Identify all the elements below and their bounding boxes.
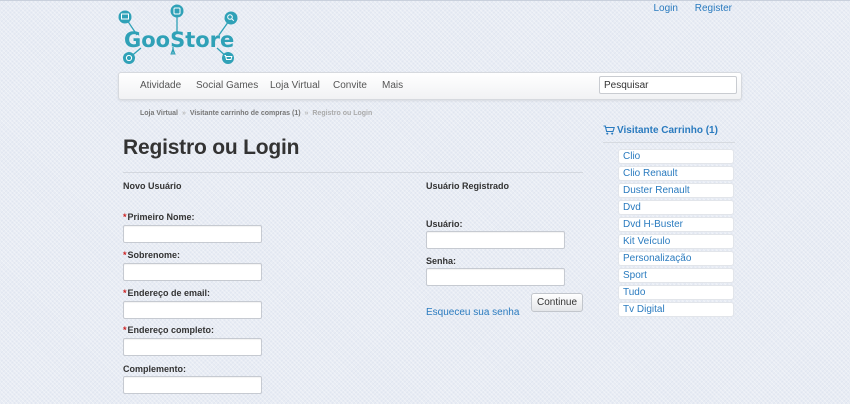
nav-item-mais[interactable]: Mais (382, 73, 403, 99)
main-navbar: Atividade Social Games Loja Virtual Conv… (118, 72, 742, 100)
address-input[interactable] (123, 338, 262, 356)
complement-label: Complemento: (123, 364, 186, 374)
category-item[interactable]: Sport (618, 268, 734, 283)
nav-item-loja-virtual[interactable]: Loja Virtual (270, 73, 320, 99)
complement-label-text: Complemento: (123, 364, 186, 374)
category-link[interactable]: Personalização (623, 253, 691, 264)
registered-user-heading: Usuário Registrado (426, 181, 510, 191)
breadcrumb-cart[interactable]: Visitante carrinho de compras (1) (190, 110, 301, 117)
login-link[interactable]: Login (654, 3, 678, 14)
logo-text: GooStore (124, 28, 234, 52)
first-name-label-text: Primeiro Nome: (127, 212, 195, 222)
category-item[interactable]: Clio (618, 149, 734, 164)
complement-input[interactable] (123, 376, 262, 394)
nav-item-social-games[interactable]: Social Games (196, 73, 258, 99)
category-item[interactable]: Clio Renault (618, 166, 734, 181)
category-item[interactable]: Personalização (618, 251, 734, 266)
address-label-text: Endereço completo: (127, 325, 215, 335)
nav-item-atividade[interactable]: Atividade (140, 73, 181, 99)
category-item[interactable]: Tv Digital (618, 302, 734, 317)
category-link[interactable]: Dvd H-Buster (623, 219, 683, 230)
category-link[interactable]: Sport (623, 270, 647, 281)
required-marker: * (123, 288, 127, 298)
email-label-text: Endereço de email: (127, 288, 211, 298)
continue-button[interactable]: Continue (531, 293, 583, 312)
cart-divider (603, 142, 735, 143)
breadcrumb-loja-virtual[interactable]: Loja Virtual (140, 110, 178, 117)
category-item[interactable]: Kit Veículo (618, 234, 734, 249)
required-marker: * (123, 250, 127, 260)
cart-header[interactable]: Visitante Carrinho (1) (603, 125, 718, 136)
category-item[interactable]: Dvd H-Buster (618, 217, 734, 232)
password-input[interactable] (426, 268, 565, 286)
category-item[interactable]: Duster Renault (618, 183, 734, 198)
category-link[interactable]: Clio Renault (623, 168, 677, 179)
top-links: Login Register (640, 3, 733, 14)
page-title: Registro ou Login (123, 136, 300, 159)
address-label: *Endereço completo: (123, 325, 214, 335)
email-input[interactable] (123, 301, 262, 319)
category-link[interactable]: Clio (623, 151, 640, 162)
category-link[interactable]: Kit Veículo (623, 236, 670, 247)
category-link[interactable]: Tv Digital (623, 304, 665, 315)
first-name-label: *Primeiro Nome: (123, 212, 195, 222)
search-input[interactable] (599, 76, 737, 94)
username-label: Usuário: (426, 219, 463, 229)
goostore-logo[interactable]: GooStore (115, 2, 245, 68)
category-link[interactable]: Duster Renault (623, 185, 690, 196)
breadcrumb-separator: » (304, 110, 309, 117)
last-name-label-text: Sobrenome: (127, 250, 181, 260)
category-link[interactable]: Dvd (623, 202, 641, 213)
required-marker: * (123, 212, 127, 222)
forgot-password-link[interactable]: Esqueceu sua senha (426, 307, 519, 318)
password-label: Senha: (426, 256, 457, 266)
username-input[interactable] (426, 231, 565, 249)
first-name-input[interactable] (123, 225, 262, 243)
new-user-heading: Novo Usuário (123, 181, 182, 191)
category-item[interactable]: Dvd (618, 200, 734, 215)
category-item[interactable]: Tudo (618, 285, 734, 300)
cart-title: Visitante Carrinho (1) (617, 125, 718, 136)
top-border (0, 0, 850, 1)
breadcrumb-separator: » (181, 110, 186, 117)
category-link[interactable]: Tudo (623, 287, 645, 298)
last-name-input[interactable] (123, 263, 262, 281)
breadcrumb: Loja Virtual » Visitante carrinho de com… (140, 110, 372, 117)
breadcrumb-current: Registro ou Login (312, 110, 373, 117)
required-marker: * (123, 325, 127, 335)
cart-icon (603, 125, 615, 135)
email-label: *Endereço de email: (123, 288, 210, 298)
category-list: Clio Clio Renault Duster Renault Dvd Dvd… (618, 149, 734, 319)
last-name-label: *Sobrenome: (123, 250, 180, 260)
nav-item-convite[interactable]: Convite (333, 73, 367, 99)
title-divider (123, 172, 583, 173)
register-link[interactable]: Register (695, 3, 732, 14)
